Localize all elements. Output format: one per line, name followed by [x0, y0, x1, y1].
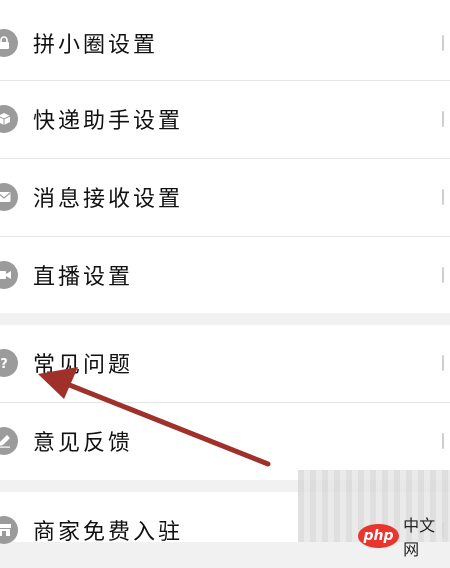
php-logo: php	[358, 524, 400, 548]
annotation-arrow	[38, 367, 271, 467]
watermark: php 中文网	[358, 512, 450, 560]
watermark-site-text: 中文网	[403, 516, 436, 559]
